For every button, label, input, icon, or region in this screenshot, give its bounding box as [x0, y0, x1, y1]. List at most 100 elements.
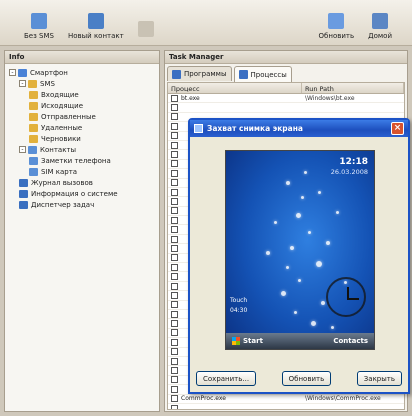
tree-item[interactable]: Заметки телефона	[7, 155, 157, 166]
bubble-decoration	[281, 291, 286, 296]
tree-item[interactable]: - Смартфон	[7, 67, 157, 78]
tree-item-label: Контакты	[40, 145, 77, 154]
phone-contacts-softkey: Contacts	[333, 337, 368, 345]
folder-icon	[29, 90, 38, 99]
bubble-decoration	[311, 321, 316, 326]
bubble-decoration	[331, 326, 334, 329]
toolbar-button-blank[interactable]	[137, 21, 154, 40]
folder-icon	[29, 134, 38, 143]
tree-item-label: Диспетчер задач	[31, 200, 95, 209]
tree-item-label: SIM карта	[41, 167, 78, 176]
processes-icon	[238, 70, 248, 79]
process-icon	[171, 104, 178, 112]
camera-icon	[194, 124, 203, 133]
task-manager-tabs: Программы Процессы	[167, 66, 294, 82]
table-row[interactable]	[168, 404, 404, 409]
tree-item[interactable]: - Контакты	[7, 144, 157, 155]
process-icon	[171, 329, 178, 337]
tree-item[interactable]: Журнал вызовов	[7, 177, 157, 188]
process-table-header: Процесс Run Path	[168, 83, 404, 94]
dialog-title-bar[interactable]: Захват снимка экрана ×	[190, 120, 408, 137]
process-icon	[171, 263, 178, 271]
table-row[interactable]: bt.exe \Windows\bt.exe	[168, 94, 404, 104]
process-icon	[171, 235, 178, 243]
screen-capture-dialog: Захват снимка экрана × 12:18 26.03.2008 …	[188, 118, 410, 394]
dialog-buttons: Сохранить... Обновить Закрыть	[196, 371, 402, 386]
refresh-icon	[328, 13, 345, 29]
process-icon	[171, 132, 178, 140]
process-icon	[171, 301, 178, 309]
tab-programs[interactable]: Программы	[167, 66, 232, 81]
phone-start-button: Start	[232, 337, 263, 345]
analog-clock-icon	[326, 277, 366, 317]
tree-item-label: Смартфон	[30, 68, 68, 77]
bubble-decoration	[308, 231, 311, 234]
folder-icon	[19, 189, 28, 198]
toolbar-button-new-contact[interactable]: Новый контакт	[68, 13, 124, 40]
dialog-title: Захват снимка экрана	[207, 124, 303, 133]
tree-item[interactable]: Входящие	[7, 89, 157, 100]
tree-item[interactable]: Информация о системе	[7, 188, 157, 199]
bubble-decoration	[274, 221, 277, 224]
process-icon	[171, 404, 178, 409]
navigation-panel-title: Info	[5, 51, 159, 64]
folder-icon	[19, 178, 28, 187]
process-icon	[171, 160, 178, 168]
close-icon[interactable]: ×	[391, 122, 404, 135]
process-icon	[171, 122, 178, 130]
process-path: \Windows\CommProc.exe	[305, 395, 381, 403]
column-header-process[interactable]: Процесс	[168, 83, 302, 93]
tab-processes[interactable]: Процессы	[233, 66, 292, 82]
tree-item[interactable]: SIM карта	[7, 166, 157, 177]
column-header-run-path[interactable]: Run Path	[302, 83, 404, 93]
save-button[interactable]: Сохранить...	[196, 371, 257, 386]
phone-side-value: 04:30	[230, 307, 248, 314]
bubble-decoration	[294, 311, 297, 314]
windows-flag-icon	[232, 337, 240, 345]
toolbar-button-home[interactable]: Домой	[368, 13, 392, 40]
tree-item-label: Отправленные	[41, 112, 96, 121]
folder-icon	[29, 156, 38, 165]
table-row[interactable]: CommProc.exe \Windows\CommProc.exe	[168, 395, 404, 404]
tree-item-label: Входящие	[41, 90, 79, 99]
tree-toggle-icon[interactable]: -	[9, 69, 16, 76]
process-icon	[171, 226, 178, 234]
tree-item-label: Удаленные	[41, 123, 83, 132]
toolbar-button-sms[interactable]: Без SMS	[24, 13, 54, 40]
table-row[interactable]	[168, 103, 404, 113]
phone-softkey-bar: Start Contacts	[226, 333, 374, 349]
bubble-decoration	[336, 211, 339, 214]
process-icon	[171, 385, 178, 393]
process-icon	[171, 320, 178, 328]
toolbar-button-refresh[interactable]: Обновить	[319, 13, 354, 40]
process-icon	[171, 395, 178, 403]
process-icon	[171, 169, 178, 177]
tree-item[interactable]: Отправленные	[7, 111, 157, 122]
folder-icon	[29, 112, 38, 121]
navigation-tree: - Смартфон - SMS Входящие Исходящие Отправленн…	[5, 64, 159, 213]
process-icon	[171, 338, 178, 346]
process-icon	[171, 282, 178, 290]
process-icon	[171, 207, 178, 215]
tree-item[interactable]: Исходящие	[7, 100, 157, 111]
process-icon	[171, 367, 178, 375]
phone-date: 26.03.2008	[330, 168, 368, 176]
tree-toggle-icon[interactable]: -	[19, 146, 26, 153]
tree-item[interactable]: Черновики	[7, 133, 157, 144]
tree-item-label: Заметки телефона	[41, 156, 111, 165]
process-icon	[171, 179, 178, 187]
close-button[interactable]: Закрыть	[356, 371, 402, 386]
process-icon	[171, 113, 178, 121]
tree-item[interactable]: Удаленные	[7, 122, 157, 133]
tree-item[interactable]: - SMS	[7, 78, 157, 89]
tree-item-label: Черновики	[41, 134, 81, 143]
tree-item[interactable]: Диспетчер задач	[7, 199, 157, 210]
process-icon	[171, 141, 178, 149]
folder-icon	[29, 101, 38, 110]
sms-icon	[30, 13, 47, 29]
tree-item-label: Журнал вызовов	[31, 178, 93, 187]
bubble-decoration	[298, 279, 301, 282]
bubble-decoration	[326, 241, 330, 245]
tree-toggle-icon[interactable]: -	[19, 80, 26, 87]
refresh-button[interactable]: Обновить	[281, 371, 332, 386]
